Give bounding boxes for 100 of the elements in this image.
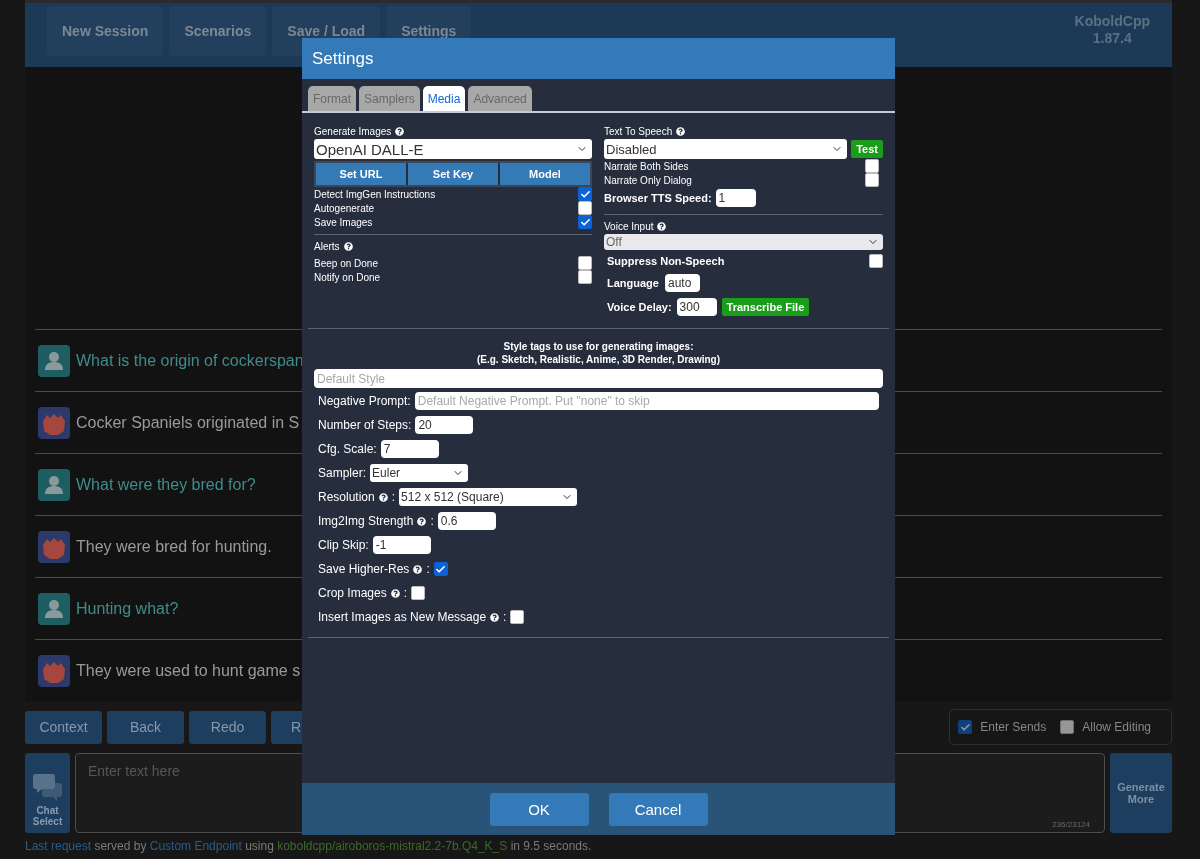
dropdown[interactable]: Euler xyxy=(370,464,469,482)
section-label: Alerts xyxy=(314,241,340,252)
checkbox[interactable] xyxy=(578,201,592,215)
dialog-button[interactable]: OK xyxy=(489,792,589,826)
config-button[interactable]: Set Key xyxy=(408,163,498,185)
field-label: Number of Steps: xyxy=(318,418,412,432)
option-label: Autogenerate xyxy=(314,202,375,214)
generate-more-button[interactable]: Generate More xyxy=(1110,753,1172,833)
help-icon[interactable] xyxy=(417,516,427,526)
tab[interactable]: Media xyxy=(422,86,466,111)
dialog-button[interactable]: Cancel xyxy=(608,792,708,826)
option-label: Suppress Non-Speech xyxy=(607,255,725,267)
checkbox[interactable] xyxy=(578,256,592,270)
help-icon[interactable] xyxy=(390,588,400,598)
colon-text: : xyxy=(503,610,507,624)
style-tags-heading: Style tags to use for generating images: xyxy=(503,340,694,353)
field-label: Cfg. Scale: xyxy=(318,442,377,456)
style-tags-heading: (E.g. Sketch, Realistic, Anime, 3D Render, Drawing) xyxy=(477,353,720,366)
colon-text: : xyxy=(426,562,430,576)
placeholder-text: Enter text here xyxy=(88,763,180,779)
image-source-dropdown[interactable]: OpenAI DALL-E xyxy=(314,139,592,159)
checkbox[interactable] xyxy=(865,173,879,187)
nav-button[interactable]: Scenarios xyxy=(169,6,267,56)
help-icon[interactable] xyxy=(395,127,405,136)
field-label: Negative Prompt: xyxy=(318,394,411,408)
app-version: 1.87.4 xyxy=(1092,30,1132,47)
section-label: Generate Images xyxy=(314,126,392,137)
field-label: Save Higher-Res xyxy=(318,562,410,576)
tab[interactable]: Format xyxy=(308,86,356,111)
option-label: Narrate Both Sides xyxy=(604,160,689,172)
field-label: Language xyxy=(607,277,659,289)
action-button[interactable]: Back xyxy=(107,710,184,744)
status-link[interactable]: Custom Endpoint xyxy=(149,839,242,853)
checkbox[interactable] xyxy=(510,610,525,624)
option-label: Beep on Done xyxy=(314,257,378,269)
checkbox[interactable] xyxy=(578,270,592,284)
checkbox[interactable] xyxy=(958,720,973,734)
checkbox[interactable] xyxy=(869,254,883,268)
status-text: Last request served by Custom Endpoint using koboldcpp/airoboros-mistral2.2-7b.Q4_K_S in 9.5 seconds. xyxy=(25,839,592,853)
option-label: Notify on Done xyxy=(314,271,381,283)
text-field[interactable]: Default Negative Prompt. Put "none" to skip xyxy=(414,392,879,410)
field-label: Insert Images as New Message xyxy=(318,610,487,624)
option-label: Enter Sends xyxy=(980,720,1047,734)
section-label: Text To Speech xyxy=(604,126,673,137)
config-button[interactable]: Set URL xyxy=(316,163,406,185)
option-label: Narrate Only Dialog xyxy=(604,174,692,186)
test-button[interactable]: Test xyxy=(851,140,883,158)
help-icon[interactable] xyxy=(413,564,423,574)
option-label: Allow Editing xyxy=(1082,720,1151,734)
help-icon[interactable] xyxy=(343,242,353,251)
field-label: Resolution xyxy=(318,490,375,504)
section-label: Voice Input xyxy=(604,221,654,232)
language-field[interactable]: auto xyxy=(664,274,700,292)
colon-text: : xyxy=(430,514,434,528)
number-field[interactable]: 7 xyxy=(380,440,439,458)
avatar-icon xyxy=(38,654,70,687)
help-icon[interactable] xyxy=(657,222,667,231)
status-link[interactable]: Last request xyxy=(25,839,92,853)
checkbox[interactable] xyxy=(865,159,879,173)
option-label: Save Images xyxy=(314,216,373,228)
help-icon[interactable] xyxy=(378,492,388,502)
checkbox[interactable] xyxy=(433,562,448,576)
user-icon xyxy=(38,344,70,377)
colon-text: : xyxy=(391,490,396,504)
number-field[interactable]: -1 xyxy=(372,536,431,554)
message-text: Cocker Spaniels originated in S xyxy=(76,413,300,432)
config-button[interactable]: Model xyxy=(500,163,590,185)
style-field[interactable]: Default Style xyxy=(314,369,883,388)
user-icon xyxy=(38,468,70,501)
action-button[interactable]: Context xyxy=(25,710,102,744)
message-text: Hunting what? xyxy=(76,599,179,618)
token-counter: 236/23124 xyxy=(1052,820,1090,829)
status-link[interactable]: koboldcpp/airoboros-mistral2.2-7b.Q4_K_S xyxy=(277,839,508,853)
checkbox[interactable] xyxy=(578,187,592,201)
help-icon[interactable] xyxy=(490,612,500,622)
message-text: What were they bred for? xyxy=(76,475,256,494)
transcribe-file-button[interactable]: Transcribe File xyxy=(721,298,810,316)
number-field[interactable]: 0.6 xyxy=(437,512,496,530)
field-label: Browser TTS Speed: xyxy=(604,192,712,204)
tab[interactable]: Samplers xyxy=(359,86,420,111)
help-icon[interactable] xyxy=(676,127,686,136)
checkbox[interactable] xyxy=(578,215,592,229)
checkbox[interactable] xyxy=(411,586,426,600)
chat-bubbles-icon xyxy=(32,773,63,801)
delay-field[interactable]: 300 xyxy=(676,298,717,316)
tts-dropdown[interactable]: Disabled xyxy=(604,139,848,159)
field-label: Sampler: xyxy=(318,466,367,480)
user-icon xyxy=(38,592,70,625)
nav-button[interactable]: New Session xyxy=(47,6,164,56)
field-label: Clip Skip: xyxy=(318,538,369,552)
dropdown[interactable]: 512 x 512 (Square) xyxy=(399,488,578,506)
message-text: What is the origin of cockerspan xyxy=(76,351,304,370)
avatar-icon xyxy=(38,530,70,563)
speed-field[interactable]: 1 xyxy=(715,189,756,207)
voice-input-dropdown[interactable]: Off xyxy=(604,234,883,250)
tab[interactable]: Advanced xyxy=(468,86,532,111)
number-field[interactable]: 20 xyxy=(415,416,474,434)
chat-select-button[interactable]: Chat Select xyxy=(25,753,70,833)
action-button[interactable]: Redo xyxy=(189,710,266,744)
colon-text: : xyxy=(403,586,408,600)
